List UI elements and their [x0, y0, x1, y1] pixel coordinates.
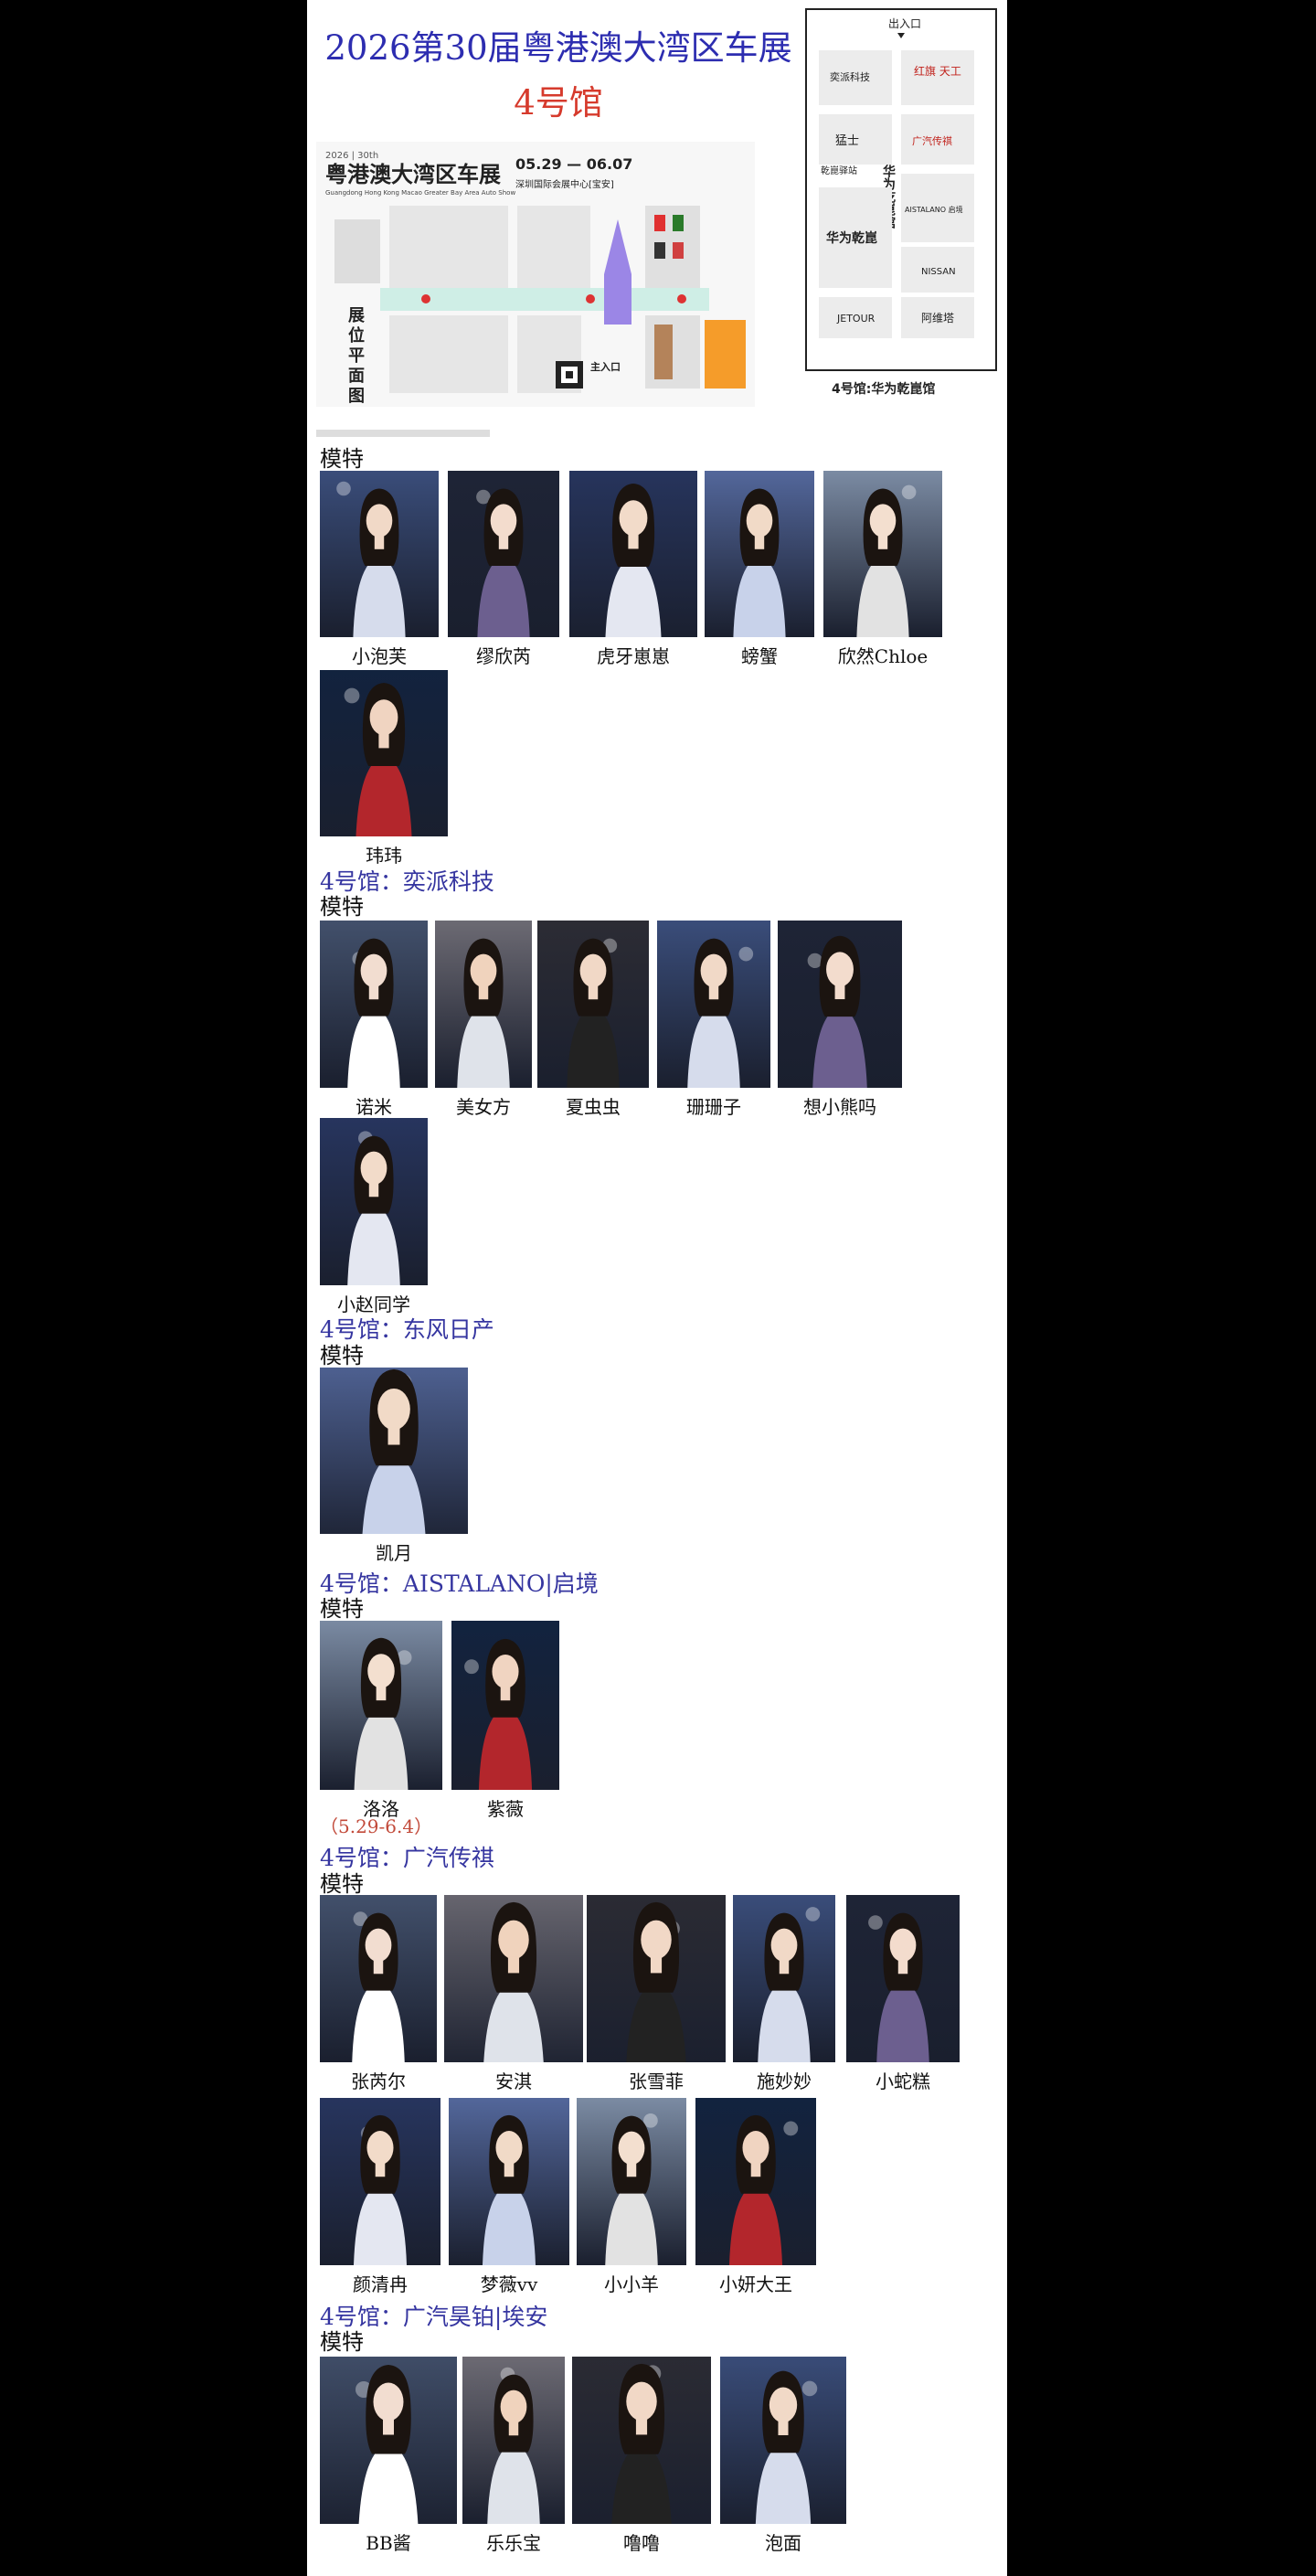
show-subtitle: Guangdong Hong Kong Macao Greater Bay Ar…	[325, 189, 515, 197]
model-photo[interactable]	[733, 1895, 835, 2062]
page: 2026第30届粤港澳大湾区车展 4号馆 2026 | 30th 粤港澳大湾区车…	[307, 0, 1007, 2576]
hall-entrance-label: 出入口	[888, 17, 921, 30]
model-photo[interactable]	[320, 2357, 457, 2524]
model-name: 乐乐宝	[486, 2532, 541, 2554]
model-photo[interactable]	[444, 1895, 583, 2062]
model-name: BB酱	[366, 2532, 411, 2554]
model-name: 小蛇糕	[876, 2070, 930, 2092]
main-entrance-label: 主入口	[590, 360, 621, 373]
model-name: 泡面	[765, 2532, 801, 2554]
hall-map-caption: 4号馆:华为乾崑馆	[832, 381, 935, 397]
model-photo[interactable]	[320, 1368, 468, 1534]
hall-booth-label: 红旗 天工	[914, 64, 961, 78]
model-name: 张雪菲	[629, 2070, 684, 2092]
page-title: 2026第30届粤港澳大湾区车展	[324, 28, 792, 68]
model-photo[interactable]	[823, 471, 942, 637]
model-photo[interactable]	[451, 1621, 559, 1790]
model-photo[interactable]	[778, 921, 902, 1088]
model-name: 张芮尔	[351, 2070, 406, 2092]
model-photo[interactable]	[320, 2098, 440, 2265]
model-photo[interactable]	[720, 2357, 846, 2524]
model-photo[interactable]	[320, 921, 428, 1088]
hall-booth-label: 阿维塔	[921, 312, 954, 325]
model-name: 缪欣芮	[476, 645, 531, 667]
floor-plan-vertical-label: 展位平面图	[348, 306, 365, 406]
model-name: 紫薇	[487, 1798, 524, 1820]
show-venue: 深圳国际会展中心[宝安]	[515, 178, 614, 190]
model-name: 小泡芙	[352, 645, 407, 667]
model-photo[interactable]	[449, 2098, 569, 2265]
model-photo[interactable]	[695, 2098, 816, 2265]
show-name: 粤港澳大湾区车展	[325, 162, 501, 187]
hall-map: 出入口 奕派科技 红旗 天工 猛士 广汽传祺 乾崑驿站 华为乾崑馆 华为乾崑 A…	[801, 0, 1002, 402]
event-floor-plan: 2026 | 30th 粤港澳大湾区车展 Guangdong Hong Kong…	[316, 142, 755, 407]
model-photo[interactable]	[846, 1895, 960, 2062]
model-name: 噜噜	[623, 2532, 660, 2554]
hall-booth-label: AISTALANO 启境	[905, 205, 963, 214]
model-photo[interactable]	[462, 2357, 565, 2524]
hall-booth-label: 乾崑驿站	[821, 165, 857, 176]
model-name: 施妙妙	[757, 2070, 812, 2092]
model-photo[interactable]	[320, 471, 439, 637]
page-subtitle: 4号馆	[514, 83, 603, 122]
hall-booth-label: JETOUR	[836, 313, 876, 325]
model-photo[interactable]	[320, 670, 448, 836]
model-photo[interactable]	[572, 2357, 711, 2524]
model-name: 诺米	[356, 1096, 392, 1118]
model-photo[interactable]	[577, 2098, 686, 2265]
section-label: 模特	[320, 1343, 364, 1368]
section-label: 模特	[320, 2329, 364, 2355]
model-photo[interactable]	[587, 1895, 726, 2062]
model-name: 虎牙崽崽	[597, 645, 670, 667]
hall-booth-label: 猛士	[835, 134, 859, 148]
model-name: 小小羊	[604, 2273, 659, 2295]
hall-booth-label: NISSAN	[921, 267, 956, 277]
model-name: 梦薇vv	[480, 2273, 538, 2295]
model-name: 凯月	[376, 1542, 412, 1564]
model-name: 珊珊子	[686, 1096, 741, 1118]
model-photo[interactable]	[705, 471, 814, 637]
model-photo[interactable]	[320, 1895, 437, 2062]
date-note: （5.29-6.4）	[320, 1815, 433, 1837]
model-photo[interactable]	[569, 471, 697, 637]
model-name: 夏虫虫	[566, 1096, 621, 1118]
model-photo[interactable]	[657, 921, 770, 1088]
section-label: 模特	[320, 1596, 364, 1622]
model-name: 美女方	[456, 1096, 511, 1118]
model-name: 安淇	[495, 2070, 532, 2092]
hall-booth-label: 华为乾崑	[826, 230, 877, 246]
section-label: 模特	[320, 1871, 364, 1897]
model-photo[interactable]	[448, 471, 559, 637]
section-label: 模特	[320, 894, 364, 920]
hall-booth-label: 广汽传祺	[912, 134, 952, 147]
show-dates: 05.29 — 06.07	[515, 155, 632, 173]
model-photo[interactable]	[435, 921, 532, 1088]
section-label: 模特	[320, 446, 364, 472]
show-edition: 2026 | 30th	[325, 151, 378, 161]
model-name: 想小熊吗	[803, 1096, 876, 1118]
model-name: 欣然Chloe	[837, 645, 929, 667]
hall-booth-label: 奕派科技	[830, 70, 870, 83]
model-name: 颜清冉	[353, 2273, 408, 2295]
model-name: 螃蟹	[741, 645, 778, 667]
model-name: 小妍大王	[719, 2273, 792, 2295]
divider	[316, 430, 490, 437]
model-photo[interactable]	[320, 1118, 428, 1285]
model-photo[interactable]	[537, 921, 649, 1088]
model-photo[interactable]	[320, 1621, 442, 1790]
